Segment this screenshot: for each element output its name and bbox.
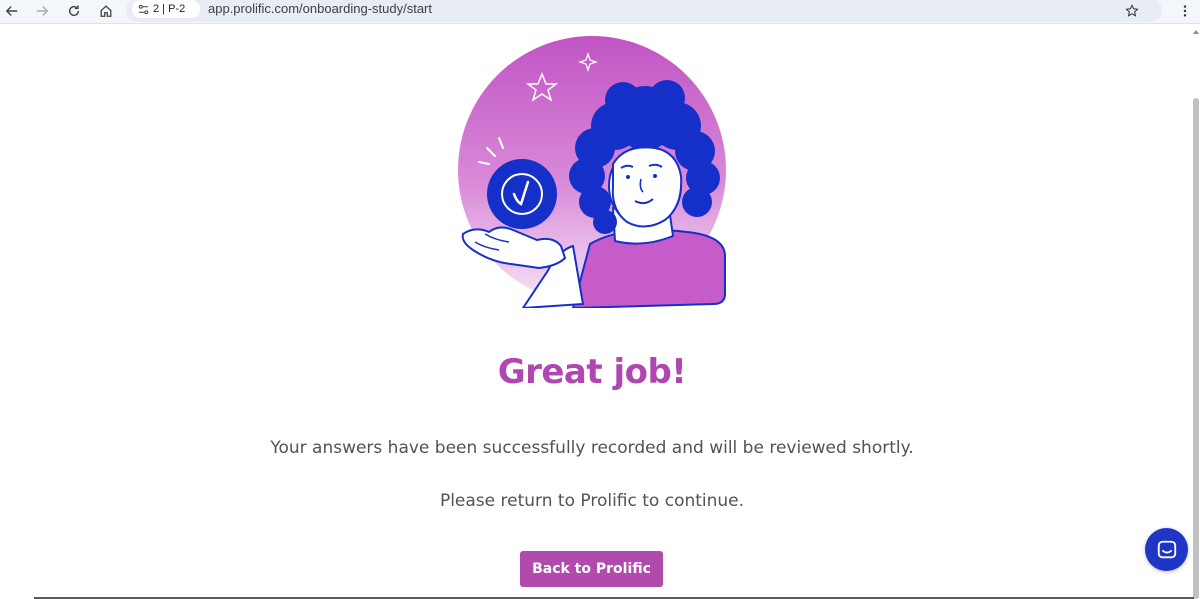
success-illustration <box>455 36 730 310</box>
chat-launcher-button[interactable] <box>1145 528 1188 571</box>
bookmark-star-icon[interactable] <box>1122 1 1142 21</box>
kebab-menu-icon[interactable] <box>1178 1 1192 21</box>
url-text[interactable]: app.prolific.com/onboarding-study/start <box>208 1 432 16</box>
address-bar[interactable]: 2 | P-2 app.prolific.com/onboarding-stud… <box>126 0 1162 22</box>
scroll-up-arrow-icon[interactable] <box>1193 30 1199 34</box>
home-icon[interactable] <box>96 1 116 21</box>
scrollbar-thumb[interactable] <box>1193 98 1199 599</box>
checkmark-coin-icon <box>487 159 557 229</box>
recorded-message: Your answers have been successfully reco… <box>270 438 914 458</box>
back-arrow-icon[interactable] <box>2 1 22 21</box>
chat-icon <box>1157 540 1176 558</box>
page-title: Great job! <box>497 352 687 392</box>
tab-chip-label: 2 | P-2 <box>153 3 186 15</box>
return-message: Please return to Prolific to continue. <box>439 491 745 511</box>
back-to-prolific-button[interactable]: Back to Prolific <box>520 551 663 587</box>
forward-arrow-icon[interactable] <box>32 1 52 21</box>
browser-toolbar: 2 | P-2 app.prolific.com/onboarding-stud… <box>0 0 1200 24</box>
reload-icon[interactable] <box>64 1 84 21</box>
tune-icon <box>138 4 149 14</box>
site-settings-chip[interactable]: 2 | P-2 <box>132 0 200 18</box>
